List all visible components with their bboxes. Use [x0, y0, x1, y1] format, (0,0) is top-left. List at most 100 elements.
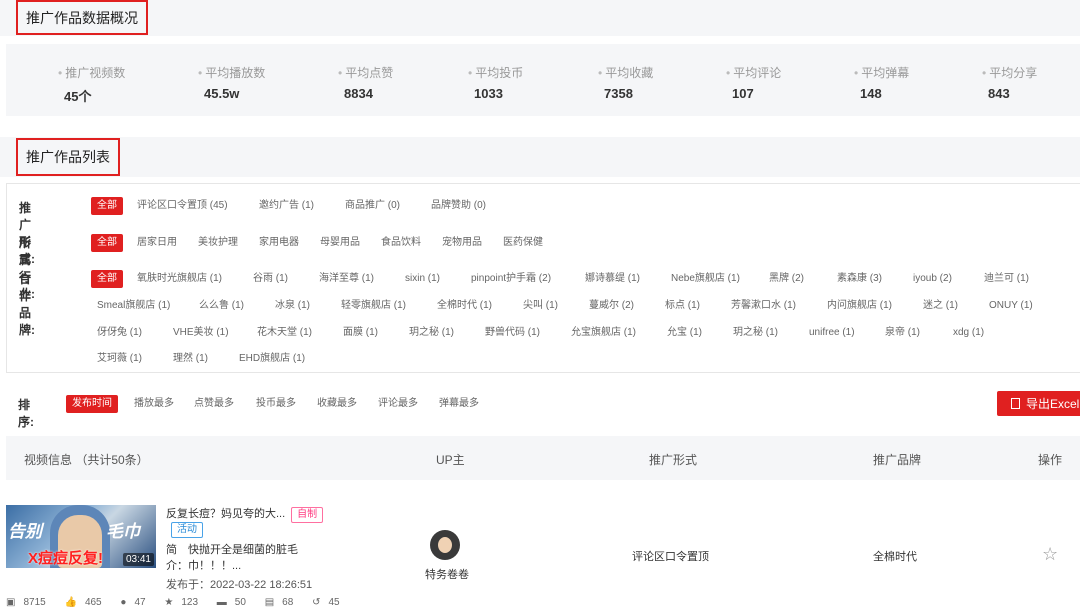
filter-brand-option[interactable]: 轻零旗舰店 (1): [341, 297, 406, 315]
filter-industry-option[interactable]: 母婴用品: [320, 234, 360, 252]
overview-title: 推广作品数据概况: [16, 0, 148, 35]
video-title-text[interactable]: 反复长痘？妈见夸的大...: [166, 508, 285, 520]
filter-brand-option[interactable]: sixin (1): [405, 270, 440, 288]
filter-brand-option[interactable]: 泉帝 (1): [885, 324, 920, 342]
filter-brand-option[interactable]: 野兽代码 (1): [485, 324, 540, 342]
favorite-star-icon[interactable]: ☆: [1042, 544, 1058, 565]
list-header-bar: [0, 137, 1080, 177]
filter-brand-option[interactable]: 玥之秘 (1): [409, 324, 454, 342]
filter-form-option[interactable]: 商品推广 (0): [345, 197, 400, 215]
filter-industry-option[interactable]: 食品饮料: [381, 234, 421, 252]
export-excel-label: 导出Excel: [1026, 397, 1080, 411]
filter-brand-option[interactable]: ONUY (1): [989, 297, 1033, 315]
filter-industry-option[interactable]: 居家日用: [137, 234, 177, 252]
video-duration: 03:41: [122, 553, 154, 566]
row-form: 评论区口令置顶: [632, 551, 709, 563]
col-up: UP主: [436, 453, 465, 467]
sort-most-favorites[interactable]: 收藏最多: [317, 395, 357, 413]
filter-brand-option[interactable]: 冰泉 (1): [275, 297, 310, 315]
list-title: 推广作品列表: [16, 138, 120, 176]
table-header: 视频信息 （共计50条） UP主 推广形式 推广品牌 操作: [6, 436, 1080, 480]
stat-avg-danmaku: 平均弹幕148: [854, 64, 909, 101]
filter-brand-option[interactable]: 伢伢兔 (1): [97, 324, 142, 342]
row-brand: 全棉时代: [873, 551, 917, 563]
filter-brand-option[interactable]: VHE美妆 (1): [173, 324, 229, 342]
filter-brand-option[interactable]: 谷雨 (1): [253, 270, 288, 288]
filter-brand-option[interactable]: 玥之秘 (1): [733, 324, 778, 342]
filter-industry-option[interactable]: 家用电器: [259, 234, 299, 252]
filter-form-all[interactable]: 全部: [91, 197, 123, 215]
filter-brand-option[interactable]: 迪兰可 (1): [984, 270, 1029, 288]
filter-brand-option[interactable]: 氧肤时光旗舰店 (1): [137, 270, 222, 288]
filter-brand-option[interactable]: 面膜 (1): [343, 324, 378, 342]
filter-brand-option[interactable]: 蔓威尔 (2): [589, 297, 634, 315]
filter-brand-option[interactable]: 海洋至尊 (1): [319, 270, 374, 288]
table-row: 告别 毛巾 X痘痘反复! 03:41 反复长痘？妈见夸的大... 自制 活动 简 …: [6, 480, 1080, 616]
video-thumbnail[interactable]: 告别 毛巾 X痘痘反复! 03:41: [6, 505, 156, 568]
video-title[interactable]: 反复长痘？妈见夸的大... 自制: [166, 505, 324, 523]
metric-shares: ↺ 45: [312, 597, 340, 608]
filter-brand-option[interactable]: 允宝 (1): [667, 324, 702, 342]
overview-header-bar: [0, 0, 1080, 36]
up-avatar[interactable]: [430, 530, 460, 560]
stat-avg-plays: 平均播放数45.5w: [198, 64, 265, 101]
comment-icon: ▬: [216, 597, 227, 608]
filter-brand-option[interactable]: EHD旗舰店 (1): [239, 350, 305, 368]
play-icon: ▣: [6, 597, 16, 608]
stat-avg-shares: 平均分享843: [982, 64, 1037, 101]
thumb-text-right: 毛巾: [106, 522, 140, 541]
sort-most-plays[interactable]: 播放最多: [134, 395, 174, 413]
sort-most-danmaku[interactable]: 弹幕最多: [439, 395, 479, 413]
filter-brand-all[interactable]: 全部: [91, 270, 123, 288]
filter-brand-option[interactable]: 全棉时代 (1): [437, 297, 492, 315]
stat-avg-comments: 平均评论107: [726, 64, 781, 101]
sort-most-comments[interactable]: 评论最多: [378, 395, 418, 413]
metric-comments: ▬ 50: [216, 597, 246, 608]
video-metrics: ▣ 8715 👍 465 ● 47 ★ 123 ▬ 50 ▤ 68 ↺ 45: [6, 597, 356, 608]
filter-industry-option[interactable]: 美妆护理: [198, 234, 238, 252]
star-icon: ★: [164, 597, 174, 608]
filter-form-option[interactable]: 邀约广告 (1): [259, 197, 314, 215]
danmaku-icon: ▤: [264, 597, 275, 608]
filter-panel: 推广形式: 全部 评论区口令置顶 (45) 邀约广告 (1) 商品推广 (0) …: [6, 183, 1080, 373]
filter-brand-option[interactable]: 娜诗慕缇 (1): [585, 270, 640, 288]
metric-favorites: ★ 123: [164, 597, 199, 608]
filter-brand-option[interactable]: 迷之 (1): [923, 297, 958, 315]
sort-most-likes[interactable]: 点赞最多: [194, 395, 234, 413]
export-file-icon: [1011, 398, 1020, 409]
filter-form-option[interactable]: 品牌赞助 (0): [431, 197, 486, 215]
desc-line-2: 介：巾！！！...: [166, 560, 242, 572]
filter-form-option[interactable]: 评论区口令置顶 (45): [137, 197, 228, 215]
filter-brand-option[interactable]: 艾珂薇 (1): [97, 350, 142, 368]
sort-most-coins[interactable]: 投币最多: [256, 395, 296, 413]
filter-industry-all[interactable]: 全部: [91, 234, 123, 252]
filter-brand-option[interactable]: 内问旗舰店 (1): [827, 297, 892, 315]
filter-brand-option[interactable]: 芳馨漱口水 (1): [731, 297, 796, 315]
filter-brand-option[interactable]: 标点 (1): [665, 297, 700, 315]
sort-publish-time[interactable]: 发布时间: [66, 395, 118, 413]
filter-brand-option[interactable]: unifree (1): [809, 324, 855, 342]
filter-brand-option[interactable]: 允宝旗舰店 (1): [571, 324, 636, 342]
up-name[interactable]: 特务卷卷: [425, 566, 469, 582]
filter-brand-option[interactable]: xdg (1): [953, 324, 984, 342]
sort-label: 排序:: [18, 398, 34, 429]
metric-likes: 👍 465: [64, 597, 102, 608]
filter-brand-option[interactable]: iyoub (2): [913, 270, 952, 288]
col-actions: 操作: [1038, 453, 1063, 467]
export-excel-button[interactable]: 导出Excel: [997, 391, 1080, 416]
filter-industry-option[interactable]: 医药保健: [503, 234, 543, 252]
filter-brand-option[interactable]: 素森康 (3): [837, 270, 882, 288]
metric-coins: ● 47: [120, 597, 146, 608]
filter-brand-option[interactable]: pinpoint护手霜 (2): [471, 270, 551, 288]
filter-brand-option[interactable]: 黑牌 (2): [769, 270, 804, 288]
filter-brand-option[interactable]: 么么鲁 (1): [199, 297, 244, 315]
published-time: 发布于：2022-03-22 18:26:51: [166, 579, 313, 591]
filter-brand-option[interactable]: 尖叫 (1): [523, 297, 558, 315]
filter-brand-option[interactable]: Smeal旗舰店 (1): [97, 297, 170, 315]
col-brand: 推广品牌: [873, 453, 922, 467]
col-form: 推广形式: [649, 453, 698, 467]
filter-industry-option[interactable]: 宠物用品: [442, 234, 482, 252]
filter-brand-option[interactable]: 理然 (1): [173, 350, 208, 368]
filter-brand-option[interactable]: Nebe旗舰店 (1): [671, 270, 740, 288]
filter-brand-option[interactable]: 花木天堂 (1): [257, 324, 312, 342]
